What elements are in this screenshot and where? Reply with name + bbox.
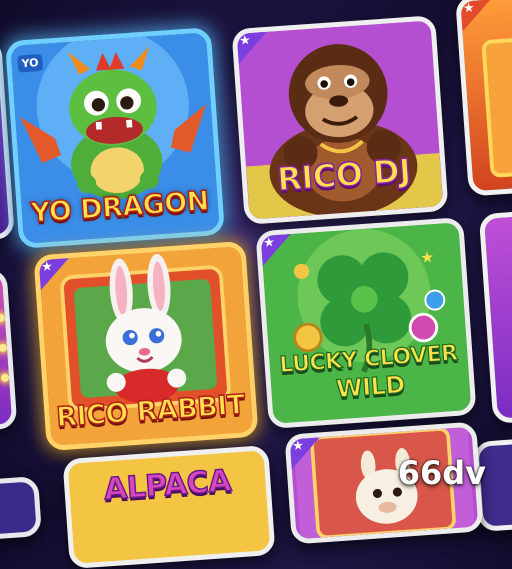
marquee-bulb [0, 313, 6, 323]
yo-badge: YO [17, 53, 44, 73]
game-title: ALPACA [102, 463, 233, 508]
marquee-bulb [0, 343, 8, 353]
game-tile-alpaca[interactable]: ALPACA [62, 444, 276, 569]
partial-tile-right-top[interactable]: ★ [455, 0, 512, 197]
partial-tile-right-mid[interactable] [478, 210, 512, 424]
svg-text:★: ★ [420, 248, 435, 267]
partial-tile-left-mid[interactable] [0, 268, 18, 432]
partial-tile-left-bottom[interactable] [0, 475, 43, 541]
marquee-bulb [0, 373, 10, 383]
game-tile-rico-rabbit[interactable]: ★ RICO RABBIT [33, 240, 259, 452]
star-icon: ★ [458, 0, 494, 34]
game-tile-lucky-clover-wild[interactable]: ★ ★ LUCKY CLOVER WILD [255, 216, 477, 430]
game-tile-rico-dj[interactable]: ★ RICO DJ [231, 15, 449, 225]
game-tile-yo-dragon[interactable]: YO YO DRAGON [4, 27, 226, 249]
site-watermark: 66dv [397, 454, 486, 492]
